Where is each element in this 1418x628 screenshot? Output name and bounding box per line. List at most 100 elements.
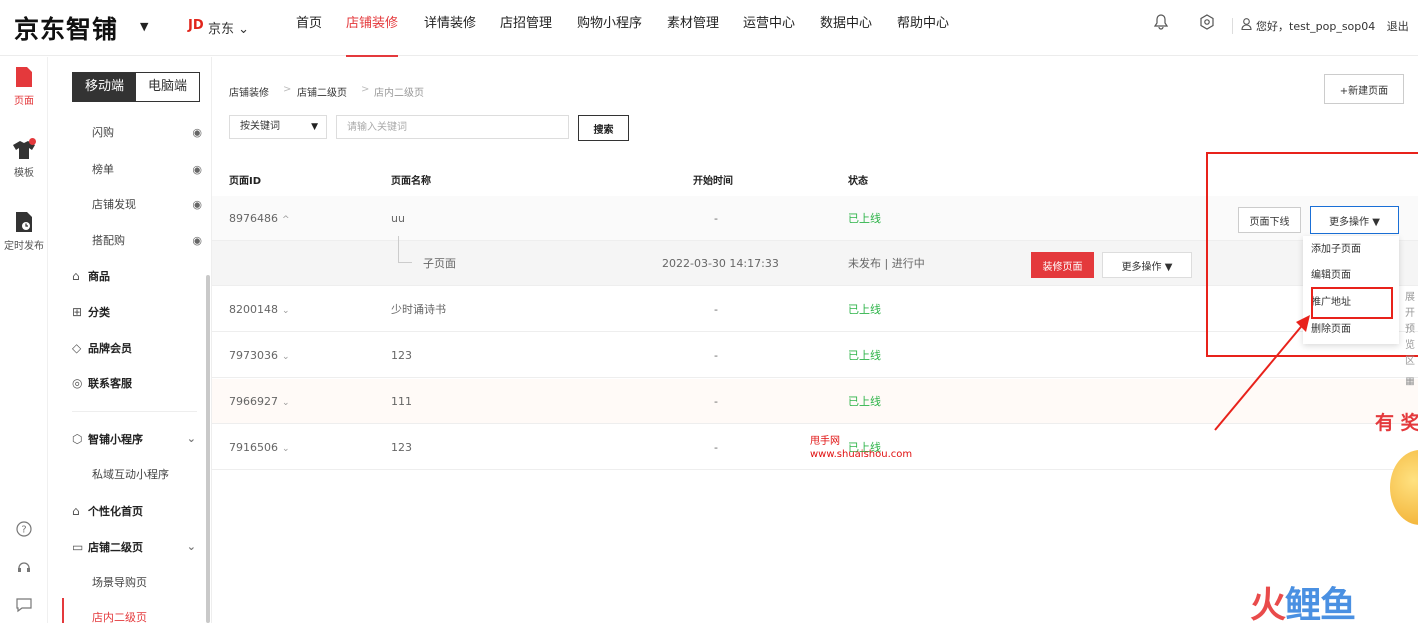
menu-item-flash-sale[interactable]: 闪购 ◉ (92, 123, 202, 143)
search-button[interactable]: 搜索 (578, 115, 629, 141)
page-id-cell[interactable]: 8976486 ^ (229, 196, 290, 243)
rail-item-pages[interactable]: 页面 (0, 67, 48, 107)
scheduled-file-icon (0, 212, 48, 237)
page-id-cell[interactable]: 7966927 ⌄ (229, 379, 290, 426)
tree-connector (398, 262, 412, 263)
support-icon[interactable] (0, 559, 48, 579)
page-id-cell[interactable]: 7916506 ⌄ (229, 425, 290, 472)
eye-icon[interactable]: ◉ (192, 195, 202, 215)
brand-char: 鲤 (1285, 585, 1321, 626)
bell-icon[interactable] (1150, 14, 1172, 36)
user-info[interactable]: 您好，test_pop_sop04 退出 (1241, 18, 1409, 34)
eye-icon[interactable]: ◉ (192, 160, 202, 180)
status-badge: 未发布 | 进行中 (848, 257, 925, 270)
breadcrumb-secondary[interactable]: 店铺二级页 (297, 84, 347, 99)
nav-shop-decoration[interactable]: 店铺装修 (346, 0, 399, 57)
help-icon[interactable]: ? (0, 521, 48, 541)
menu-item-private-mini[interactable]: 私域互动小程序 (92, 465, 222, 485)
doc-icon: ▭ (72, 540, 84, 554)
page-id-cell[interactable]: 7973036 ⌄ (229, 333, 290, 380)
menu-item-secondary-pages[interactable]: ▭ 店铺二级页 ⌄ (72, 537, 202, 557)
rail-item-scheduled[interactable]: 定时发布 (0, 212, 48, 252)
nav-help-center[interactable]: 帮助中心 (897, 0, 949, 56)
shirt-icon (0, 140, 48, 164)
chat-icon[interactable] (0, 597, 48, 617)
menu-item-mini-program[interactable]: ⬡ 智铺小程序 ⌄ (72, 429, 202, 449)
more-actions-button[interactable]: 更多操作 ▼ (1102, 252, 1192, 278)
page-name: 123 (391, 441, 412, 454)
tab-pc[interactable]: 电脑端 (136, 73, 199, 101)
tab-mobile[interactable]: 移动端 (73, 73, 136, 101)
page-name: 少时诵诗书 (391, 303, 446, 316)
select-label: 按关键词 (240, 121, 280, 132)
page-id-cell[interactable]: 8200148 ⌄ (229, 287, 290, 334)
nav-home[interactable]: 首页 (296, 0, 322, 56)
chevron-down-icon[interactable]: ⌄ (282, 306, 290, 316)
jd-brand-logo[interactable]: JD (188, 18, 204, 33)
page-id: 7916506 (229, 441, 278, 454)
strip-char: 展 (1405, 292, 1415, 303)
active-indicator (62, 598, 64, 623)
menu-item-discovery[interactable]: 店铺发现 ◉ (92, 195, 202, 215)
menu-scrollbar[interactable] (206, 275, 210, 623)
menu-label: 商品 (88, 270, 110, 283)
brand-watermark-logo: 火鲤鱼 (1250, 576, 1356, 628)
menu-item-service[interactable]: ◎ 联系客服 (72, 373, 202, 393)
rail-label-scheduled: 定时发布 (4, 241, 44, 252)
menu-label: 闪购 (92, 126, 114, 139)
menu-item-ranking[interactable]: 榜单 ◉ (92, 160, 202, 180)
col-start-time: 开始时间 (693, 176, 733, 187)
nav-signboard[interactable]: 店招管理 (500, 0, 552, 56)
breadcrumb-shop-decoration[interactable]: 店铺装修 (229, 84, 269, 99)
eye-icon[interactable]: ◉ (192, 231, 202, 251)
decorate-page-button[interactable]: 装修页面 (1031, 252, 1094, 278)
annotation-highlight (1311, 287, 1393, 319)
menu-item-member[interactable]: ◇ 品牌会员 (72, 338, 202, 358)
breadcrumb-current: 店内二级页 (374, 88, 424, 99)
page-id: 8976486 (229, 212, 278, 225)
dropdown-arrow-icon: ▼ (311, 122, 318, 132)
menu-item-scene-guide[interactable]: 场景导购页 (92, 573, 222, 593)
keyword-select[interactable]: 按关键词 ▼ (229, 115, 327, 139)
chevron-up-icon[interactable]: ^ (282, 215, 290, 225)
grid-icon: ⊞ (72, 305, 83, 319)
rail-item-templates[interactable]: 模板 (0, 138, 48, 179)
page-icon (0, 67, 48, 92)
preview-side-tab[interactable]: 展 开 预 览 区 ▦ (1402, 290, 1418, 390)
menu-item-products[interactable]: ⌂ 商品 (72, 266, 202, 286)
nav-detail-decoration[interactable]: 详情装修 (424, 0, 476, 56)
nav-operations[interactable]: 运营中心 (743, 0, 795, 56)
keyword-input[interactable] (336, 115, 569, 139)
menu-item-category[interactable]: ⊞ 分类 (72, 302, 202, 322)
menu-item-personal-home[interactable]: ⌂ 个性化首页 (72, 501, 202, 521)
new-page-button[interactable]: +新建页面 (1324, 74, 1404, 104)
chat-icon: ◎ (72, 376, 83, 390)
nav-mini-program[interactable]: 购物小程序 (577, 0, 642, 56)
breadcrumb-sep: > (283, 84, 292, 95)
prize-banner[interactable]: 有 奖 (1375, 408, 1418, 435)
menu-label: 智铺小程序 (88, 433, 143, 446)
menu-item-in-shop-page[interactable]: 店内二级页 (92, 608, 222, 628)
logout-link[interactable]: 退出 (1387, 20, 1409, 33)
user-greeting: 您好，test_pop_sop04 (1256, 20, 1376, 33)
breadcrumb-sep: > (361, 84, 370, 95)
menu-label: 品牌会员 (88, 342, 132, 355)
col-page-id: 页面ID (229, 176, 262, 187)
nav-data-center[interactable]: 数据中心 (820, 0, 872, 56)
page-name: 123 (391, 349, 412, 362)
logo[interactable]: 京东智铺 (14, 10, 118, 46)
start-time: - (714, 349, 718, 362)
chevron-down-icon[interactable]: ⌄ (282, 444, 290, 454)
qr-code-icon[interactable]: ▦ (1402, 374, 1418, 390)
nav-materials[interactable]: 素材管理 (667, 0, 719, 56)
tree-connector (398, 236, 399, 262)
menu-item-bundle[interactable]: 搭配购 ◉ (92, 231, 202, 251)
eye-icon[interactable]: ◉ (192, 123, 202, 143)
settings-icon[interactable] (1196, 14, 1218, 36)
chevron-down-icon[interactable]: ⌄ (282, 352, 290, 362)
chevron-down-icon[interactable]: ⌄ (282, 398, 290, 408)
logo-caret-icon[interactable]: ▼ (140, 20, 148, 33)
start-time: - (714, 212, 718, 225)
jd-platform-switch[interactable]: 京东 ⌄ (208, 18, 249, 37)
watermark: 甩手网 www.shuaishou.com (810, 435, 912, 461)
